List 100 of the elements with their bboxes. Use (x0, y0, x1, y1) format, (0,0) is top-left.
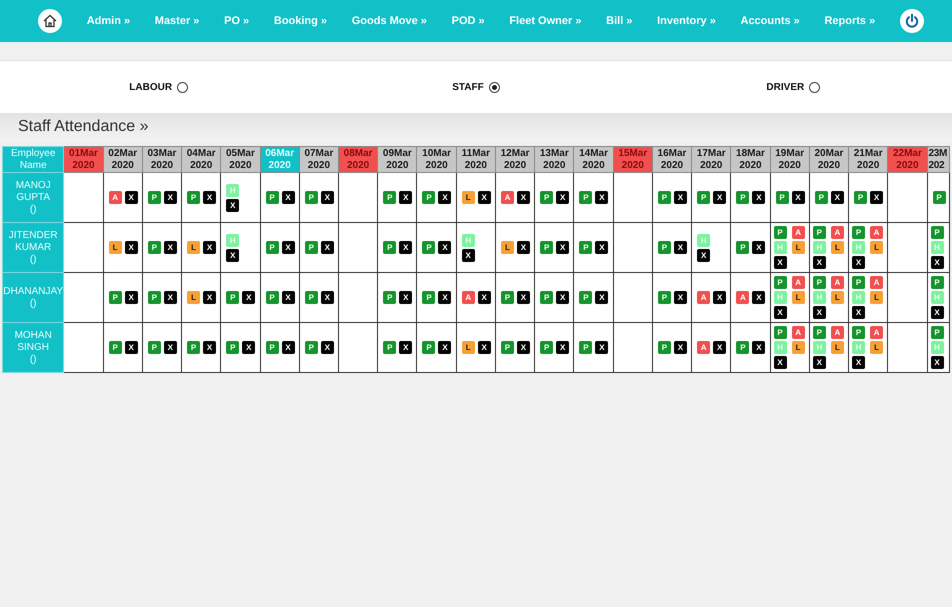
attendance-badge: X (164, 341, 177, 354)
date-header: 09Mar 2020 (378, 146, 417, 172)
attendance-badge: X (595, 341, 608, 354)
attendance-badge: X (320, 191, 334, 204)
attendance-badge: A (870, 276, 884, 289)
date-header: 21Mar 2020 (848, 146, 888, 172)
attendance-badge: H (226, 184, 240, 196)
nav-menu-item[interactable]: Reports » (824, 15, 876, 27)
attendance-badge: P (422, 191, 436, 204)
attendance-badge: X (812, 356, 826, 369)
attendance-badge: X (124, 191, 138, 204)
attendance-badge: X (852, 306, 866, 319)
attendance-badge: P (930, 226, 944, 239)
radio-button[interactable] (177, 82, 188, 92)
nav-menu-item[interactable]: Booking » (274, 15, 328, 27)
attendance-badge: X (478, 341, 491, 354)
employee-name: JITENDER KUMAR () (2, 222, 64, 272)
nav-menu-item[interactable]: Goods Move » (352, 15, 427, 27)
attendance-badge: P (852, 276, 866, 289)
attendance-badge: P (540, 191, 554, 204)
attendance-badge: P (383, 241, 396, 254)
attendance-badge: X (320, 291, 334, 304)
column-header: Employee Name (2, 146, 64, 172)
attendance-badge: X (399, 191, 412, 204)
attendance-badge: P (266, 241, 279, 254)
date-header: 18Mar 2020 (730, 146, 770, 172)
attendance-badge: X (516, 291, 530, 304)
attendance-badge: H (930, 241, 944, 254)
attendance-badge: X (203, 291, 216, 304)
attendance-badge: H (774, 341, 787, 354)
radio-label: LABOUR (129, 82, 172, 92)
date-header: 03Mar 2020 (142, 146, 182, 172)
attendance-badge: L (187, 291, 200, 304)
nav-menu-item[interactable]: Inventory » (657, 15, 716, 27)
attendance-badge: L (500, 241, 514, 254)
attendance-badge: P (774, 326, 787, 339)
attendance-badge: P (774, 226, 787, 239)
attendance-badge: P (266, 191, 279, 204)
nav-menu-item[interactable]: PO » (224, 15, 250, 27)
attendance-badge: P (540, 291, 554, 304)
attendance-badge: A (830, 226, 844, 239)
attendance-badge: H (774, 241, 787, 254)
date-header: 14Mar 2020 (574, 146, 614, 172)
attendance-badge: X (462, 248, 475, 262)
attendance-badge: P (658, 291, 671, 304)
attendance-badge: A (736, 291, 750, 304)
attendance-badge: X (124, 291, 138, 304)
attendance-badge: L (792, 241, 805, 254)
attendance-badge: P (579, 191, 592, 204)
attendance-badge: L (462, 341, 475, 354)
attendance-badge: X (812, 256, 826, 269)
attendance-badge: X (713, 191, 726, 204)
attendance-badge: P (697, 191, 710, 204)
attendance-badge: X (282, 341, 295, 354)
attendance-badge: L (830, 291, 844, 304)
attendance-badge: P (736, 191, 750, 204)
radio-label: STAFF (452, 82, 484, 92)
attendance-badge: H (226, 234, 240, 246)
attendance-badge: X (438, 291, 452, 304)
attendance-badge: X (792, 191, 805, 204)
attendance-badge: X (282, 241, 295, 254)
attendance-badge: H (852, 241, 866, 254)
attendance-badge: P (774, 276, 787, 289)
date-header: 10Mar 2020 (416, 146, 456, 172)
home-button[interactable] (38, 9, 62, 33)
radio-button[interactable] (809, 82, 820, 92)
attendance-badge: X (870, 191, 884, 204)
attendance-badge: P (187, 191, 200, 204)
attendance-badge: P (814, 191, 828, 204)
attendance-badge: X (399, 291, 412, 304)
section-title: Staff Attendance » (18, 118, 148, 136)
attendance-badge: H (930, 291, 944, 304)
attendance-badge: X (516, 241, 530, 254)
nav-menu-item[interactable]: Admin » (86, 15, 130, 27)
attendance-badge: X (774, 256, 787, 269)
attendance-badge: P (852, 226, 866, 239)
attendance-badge: X (713, 341, 726, 354)
home-icon (42, 13, 58, 29)
attendance-badge: A (870, 326, 884, 339)
attendance-badge: P (500, 291, 514, 304)
attendance-badge: X (438, 191, 452, 204)
nav-menu-item[interactable]: Bill » (606, 15, 632, 27)
employee-name: DHANANJAY () (2, 272, 64, 322)
attendance-badge: X (226, 248, 240, 262)
nav-menu-item[interactable]: POD » (452, 15, 485, 27)
nav-menu-item[interactable]: Accounts » (740, 15, 800, 27)
nav-menu-item[interactable]: Master » (154, 15, 200, 27)
attendance-badge: X (752, 341, 766, 354)
power-icon (904, 13, 920, 29)
radio-button[interactable] (488, 82, 500, 92)
attendance-badge: P (930, 326, 944, 339)
attendance-badge: X (830, 191, 844, 204)
attendance-badge: H (462, 234, 475, 246)
attendance-badge: X (774, 306, 787, 319)
attendance-badge: X (399, 241, 412, 254)
nav-menu-item[interactable]: Fleet Owner » (509, 15, 582, 27)
logout-button[interactable] (900, 9, 924, 33)
attendance-badge: X (320, 241, 334, 254)
date-header: 08Mar 2020 (338, 146, 378, 172)
attendance-badge: X (438, 241, 452, 254)
